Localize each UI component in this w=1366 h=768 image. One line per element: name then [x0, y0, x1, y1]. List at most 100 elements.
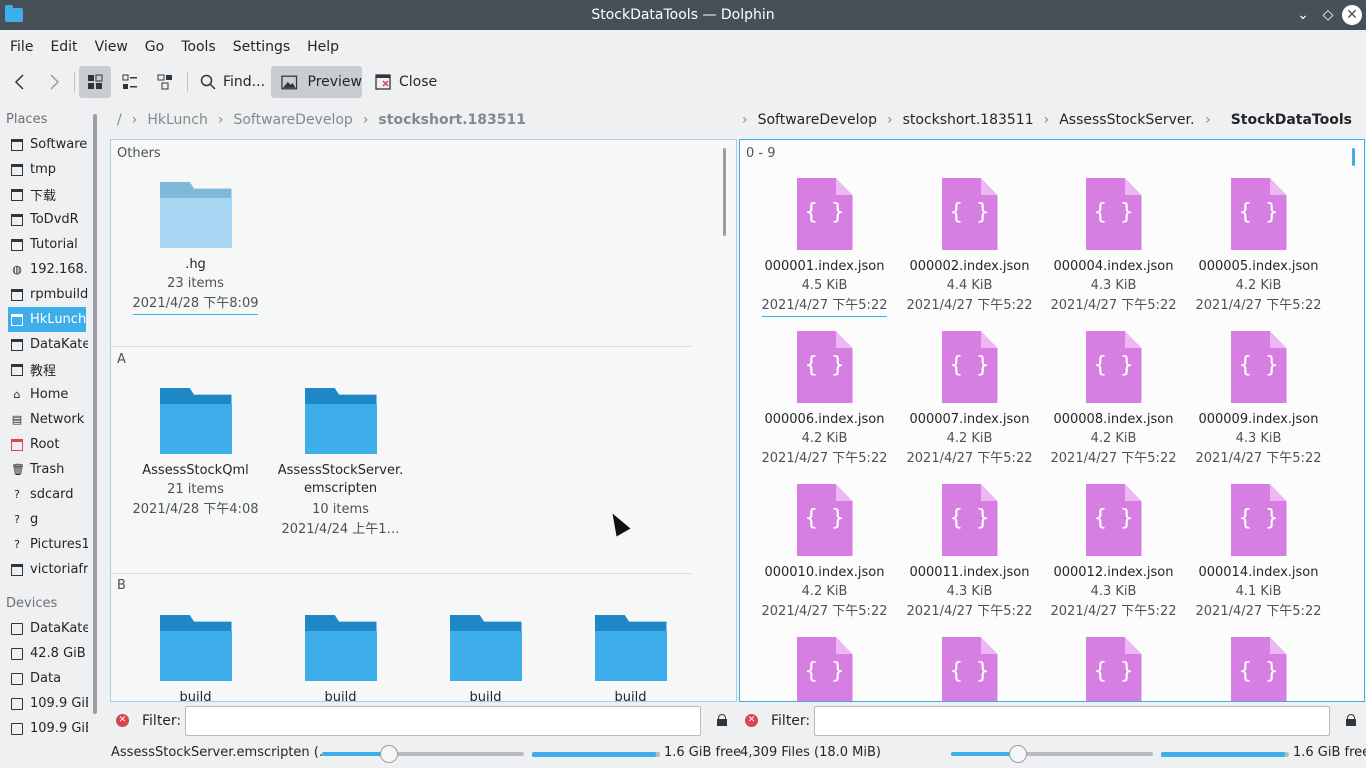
item-size: 4.3 KiB: [1235, 431, 1282, 446]
json-file-item[interactable]: { } 000005.index.json 4.2 KiB 2021/4/27 下午5…: [1186, 178, 1331, 316]
maximize-button[interactable]: ◇: [1318, 5, 1338, 25]
folder-item-build[interactable]: build: [123, 615, 268, 701]
places-item[interactable]: HkLunch: [8, 307, 86, 332]
json-file-item[interactable]: { } 000009.index.json 4.3 KiB 2021/4/27 下午5…: [1186, 331, 1331, 469]
places-item[interactable]: ? g: [0, 507, 88, 532]
zoom-slider[interactable]: [322, 745, 524, 763]
crumb-hklunch[interactable]: HkLunch: [147, 112, 208, 128]
json-file-item[interactable]: { } 000014.index.json 4.1 KiB 2021/4/27 下午5…: [1186, 484, 1331, 622]
json-file-item[interactable]: { }: [752, 637, 897, 701]
folder-item-build[interactable]: build: [558, 615, 703, 701]
device-item-label: Data: [30, 671, 62, 686]
device-item[interactable]: 109.9 GiB: [0, 691, 88, 716]
filter-input[interactable]: [185, 706, 701, 736]
places-item[interactable]: 教程: [0, 357, 88, 382]
clear-filter-icon[interactable]: ✕: [745, 714, 758, 727]
json-file-item[interactable]: { } 000010.index.json 4.2 KiB 2021/4/27 下午5…: [752, 484, 897, 622]
json-file-item[interactable]: { } 000011.index.json 4.3 KiB 2021/4/27 下午5…: [897, 484, 1042, 622]
folder-item-build[interactable]: build: [413, 615, 558, 701]
crumb-stockshort[interactable]: stockshort.183511: [903, 112, 1034, 128]
json-file-item[interactable]: { } 000007.index.json 4.2 KiB 2021/4/27 下午5…: [897, 331, 1042, 469]
back-button[interactable]: [8, 66, 32, 98]
places-item[interactable]: ◍ 192.168.2: [0, 257, 88, 282]
places-item[interactable]: ⌂ Home: [0, 382, 88, 407]
zoom-slider-handle[interactable]: [379, 745, 398, 763]
places-item[interactable]: 下载: [0, 182, 88, 207]
icons-view-button[interactable]: [79, 66, 111, 98]
places-item[interactable]: ▤ Network: [0, 407, 88, 432]
zoom-slider[interactable]: [951, 745, 1153, 763]
places-item[interactable]: Root: [0, 432, 88, 457]
folder-icon: [159, 615, 232, 681]
folder-icon: [11, 188, 23, 201]
places-scrollbar[interactable]: [93, 114, 97, 714]
json-file-item[interactable]: { } 000001.index.json 4.5 KiB 2021/4/27 下午5…: [752, 178, 897, 317]
places-item[interactable]: rpmbuild: [0, 282, 88, 307]
menu-help[interactable]: Help: [301, 39, 345, 55]
json-file-item[interactable]: { }: [1186, 637, 1331, 701]
json-file-item[interactable]: { } 000008.index.json 4.2 KiB 2021/4/27 下午5…: [1041, 331, 1186, 469]
menu-go[interactable]: Go: [139, 39, 170, 55]
places-item[interactable]: tmp: [0, 157, 88, 182]
forward-button[interactable]: [42, 66, 66, 98]
clear-filter-icon[interactable]: ✕: [116, 714, 129, 727]
details-view-button[interactable]: [149, 66, 181, 98]
menu-file[interactable]: File: [4, 39, 39, 55]
json-file-item[interactable]: { } 000002.index.json 4.4 KiB 2021/4/27 下午5…: [897, 178, 1042, 316]
device-item[interactable]: Data: [0, 666, 88, 691]
lock-icon[interactable]: [1346, 714, 1356, 726]
json-file-item[interactable]: { } 000004.index.json 4.3 KiB 2021/4/27 下午5…: [1041, 178, 1186, 316]
right-breadcrumb: › SoftwareDevelop › stockshort.183511 › …: [742, 108, 1352, 132]
right-scrollbar[interactable]: [1352, 148, 1355, 166]
places-item-label: sdcard: [30, 487, 74, 502]
places-item[interactable]: Software: [0, 132, 88, 157]
crumb-softwaredevelop[interactable]: SoftwareDevelop: [758, 112, 877, 128]
device-item-label: 42.8 GiB I: [30, 646, 88, 661]
places-item[interactable]: DataKate: [0, 332, 88, 357]
folder-item-assessstockserver[interactable]: AssessStockServer. emscripten 10 items 2…: [268, 388, 413, 540]
device-item[interactable]: 42.8 GiB I: [0, 641, 88, 666]
places-item-label: Root: [30, 437, 60, 452]
device-item[interactable]: DataKate: [0, 616, 88, 641]
places-item[interactable]: ToDvdR: [0, 207, 88, 232]
close-split-button[interactable]: Close: [366, 66, 438, 98]
menu-edit[interactable]: Edit: [44, 39, 83, 55]
minimize-button[interactable]: ⌄: [1293, 5, 1313, 25]
places-item[interactable]: 🗑 Trash: [0, 457, 88, 482]
folder-item-hg[interactable]: .hg 23 items 2021/4/28 下午8:09: [123, 182, 268, 315]
right-file-view[interactable]: 0 - 9 { } 000001.index.json 4.5 KiB 2021/4/…: [739, 139, 1365, 702]
json-file-item[interactable]: { }: [897, 637, 1042, 701]
crumb-current[interactable]: StockDataTools: [1231, 112, 1352, 128]
crumb-softwaredevelop[interactable]: SoftwareDevelop: [233, 112, 352, 128]
json-file-item[interactable]: { }: [1041, 637, 1186, 701]
left-file-view[interactable]: Others .hg 23 items 2021/4/28 下午8:09 A A…: [110, 139, 737, 702]
crumb-assessstockserver[interactable]: AssessStockServer.emscripter: [1059, 112, 1193, 128]
device-item[interactable]: 109.9 GiB: [0, 716, 88, 741]
menu-bar: File Edit View Go Tools Settings Help: [0, 30, 1366, 64]
places-item[interactable]: victoriafr: [0, 557, 88, 582]
close-window-button[interactable]: ✕: [1342, 5, 1362, 25]
folder-item-assessstockqml[interactable]: AssessStockQml 21 items 2021/4/28 下午4:08: [123, 388, 268, 520]
filter-input[interactable]: [814, 706, 1330, 736]
find-button[interactable]: Find...: [192, 66, 268, 98]
window-title: StockDataTools — Dolphin: [591, 7, 775, 23]
compact-view-button[interactable]: [114, 66, 146, 98]
menu-view[interactable]: View: [89, 39, 134, 55]
places-item-label: ToDvdR: [30, 212, 79, 227]
compact-view-icon: [122, 74, 137, 89]
crumb-root[interactable]: /: [117, 112, 122, 128]
json-file-item[interactable]: { } 000006.index.json 4.2 KiB 2021/4/27 下午5…: [752, 331, 897, 469]
folder-item-build[interactable]: build: [268, 615, 413, 701]
menu-settings[interactable]: Settings: [227, 39, 296, 55]
preview-button[interactable]: Preview: [271, 66, 362, 98]
json-file-item[interactable]: { } 000012.index.json 4.3 KiB 2021/4/27 下午5…: [1041, 484, 1186, 622]
places-item[interactable]: ? Pictures1: [0, 532, 88, 557]
menu-tools[interactable]: Tools: [175, 39, 222, 55]
places-item[interactable]: ? sdcard: [0, 482, 88, 507]
close-label: Close: [399, 74, 438, 90]
crumb-current[interactable]: stockshort.183511: [378, 112, 526, 128]
places-item[interactable]: Tutorial: [0, 232, 88, 257]
zoom-slider-handle[interactable]: [1008, 745, 1027, 763]
left-scrollbar[interactable]: [723, 148, 726, 236]
lock-icon[interactable]: [717, 714, 727, 726]
